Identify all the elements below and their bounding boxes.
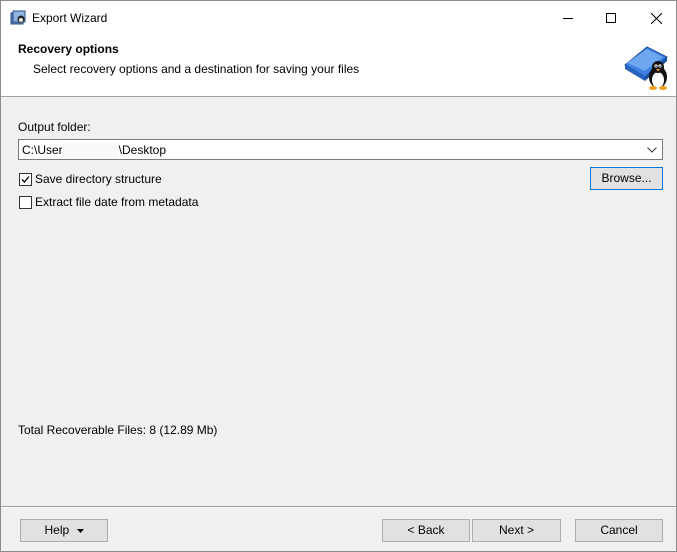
minimize-button[interactable] <box>545 1 591 35</box>
close-button[interactable] <box>633 1 676 35</box>
combo-dropdown-button[interactable] <box>644 140 660 159</box>
title-bar[interactable]: Export Wizard <box>1 1 676 35</box>
maximize-button[interactable] <box>588 1 634 35</box>
save-structure-label: Save directory structure <box>35 172 162 186</box>
header-title: Recovery options <box>18 42 119 56</box>
output-folder-combobox[interactable]: C:\User \Desktop <box>18 139 663 160</box>
footer-divider-highlight <box>1 507 676 508</box>
extract-date-checkbox[interactable] <box>19 195 32 209</box>
maximize-icon <box>606 13 616 23</box>
app-icon <box>10 10 26 25</box>
browse-button[interactable]: Browse... <box>590 167 663 190</box>
save-structure-option[interactable]: Save directory structure <box>19 172 162 186</box>
penguin-logo-icon <box>624 46 668 90</box>
help-label: Help <box>44 523 70 537</box>
save-structure-checkbox[interactable] <box>19 172 32 186</box>
cancel-button[interactable]: Cancel <box>575 519 663 542</box>
help-button[interactable]: Help <box>20 519 108 542</box>
dropdown-arrow-icon <box>76 528 84 533</box>
total-recoverable-files: Total Recoverable Files: 8 (12.89 Mb) <box>18 423 218 437</box>
extract-date-option[interactable]: Extract file date from metadata <box>19 195 198 209</box>
header-subtitle: Select recovery options and a destinatio… <box>33 62 360 76</box>
extract-date-label: Extract file date from metadata <box>35 195 199 209</box>
redacted-username <box>62 142 118 157</box>
back-button[interactable]: < Back <box>382 519 470 542</box>
export-wizard-window: Export Wizard Recovery options Select re… <box>0 0 677 552</box>
wizard-header: Recovery options Select recovery options… <box>1 35 676 97</box>
output-folder-label: Output folder: <box>18 120 91 134</box>
close-icon <box>650 12 662 24</box>
chevron-down-icon <box>647 146 657 153</box>
next-button[interactable]: Next > <box>472 519 561 542</box>
checkmark-icon <box>21 175 30 183</box>
minimize-icon <box>563 18 573 19</box>
window-title: Export Wizard <box>32 11 108 25</box>
